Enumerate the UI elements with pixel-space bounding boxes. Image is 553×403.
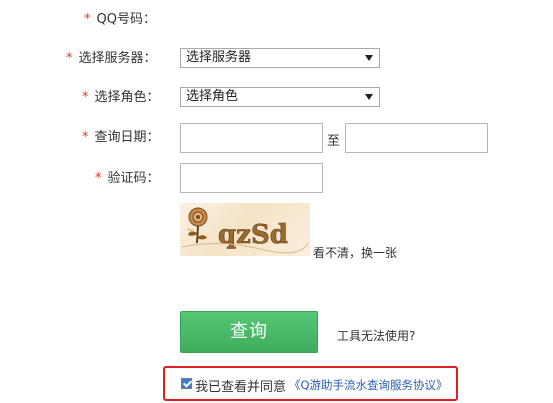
dropdown-arrow-icon xyxy=(365,94,373,100)
agree-text: 我已查看并同意 xyxy=(195,380,287,395)
role-select[interactable]: 选择角色 xyxy=(180,87,380,107)
agree-checkbox[interactable] xyxy=(181,378,192,389)
tool-help-link[interactable]: 工具无法使用? xyxy=(337,327,415,344)
captcha-input[interactable] xyxy=(180,163,323,193)
captcha-graphic: ~ qzSd xyxy=(181,207,309,254)
required-star: * xyxy=(95,171,102,186)
server-select-value: 选择服务器 xyxy=(186,50,252,65)
query-button[interactable]: 查询 xyxy=(180,311,318,353)
date-to-label: 至 xyxy=(327,134,341,149)
role-label: * 选择角色： xyxy=(82,90,160,105)
captcha-label: * 验证码： xyxy=(95,171,160,186)
agreement-link[interactable]: 《Q游助手流水查询服务协议》 xyxy=(289,377,448,393)
qq-number-label: * QQ号码： xyxy=(84,12,156,27)
required-star: * xyxy=(82,90,89,105)
svg-text:~: ~ xyxy=(186,225,194,236)
captcha-image[interactable]: ~ qzSd xyxy=(180,203,310,256)
agreement-highlight: 我已查看并同意 《Q游助手流水查询服务协议》 xyxy=(163,366,458,401)
server-label: * 选择服务器： xyxy=(66,51,157,66)
required-star: * xyxy=(82,130,89,145)
query-date-label: * 查询日期： xyxy=(82,130,160,145)
role-select-value: 选择角色 xyxy=(186,89,239,104)
server-select[interactable]: 选择服务器 xyxy=(180,48,380,68)
required-star: * xyxy=(84,12,91,27)
required-star: * xyxy=(66,51,73,66)
end-date-input[interactable] xyxy=(345,123,488,153)
start-date-input[interactable] xyxy=(180,123,323,153)
refresh-captcha-link[interactable]: 看不清，换一张 xyxy=(313,244,397,261)
dropdown-arrow-icon xyxy=(365,55,373,61)
captcha-text: qzSd xyxy=(218,220,288,250)
